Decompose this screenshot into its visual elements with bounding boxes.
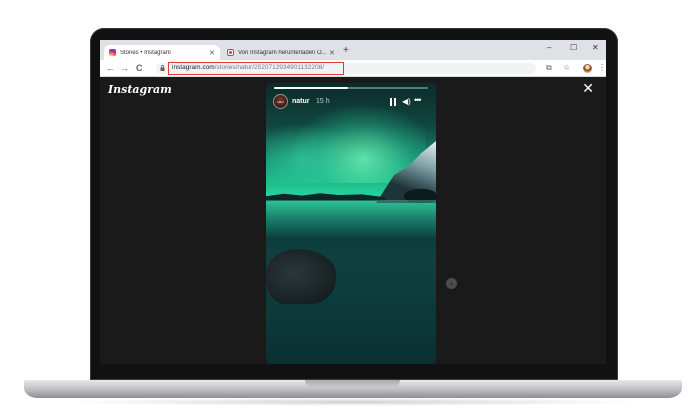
tab-close-icon[interactable]: ✕ bbox=[209, 49, 215, 57]
aurora-glow bbox=[266, 123, 356, 183]
translate-icon[interactable]: ⧉ bbox=[546, 63, 552, 73]
story-progress-fill bbox=[274, 87, 348, 89]
browser-toolbar: ← → C instagram.com/stories/natur/252071… bbox=[100, 60, 606, 77]
new-tab-button[interactable]: + bbox=[343, 46, 349, 56]
close-window-icon[interactable]: ✕ bbox=[592, 43, 599, 53]
story-timestamp: 15 h bbox=[316, 98, 330, 105]
more-options-icon[interactable]: ••• bbox=[414, 95, 422, 105]
url-text[interactable]: instagram.com/stories/natur/252071293490… bbox=[172, 64, 324, 71]
profile-avatar[interactable] bbox=[583, 64, 592, 73]
avatar[interactable]: natur bbox=[273, 94, 288, 109]
tab-bar: Stories • Instagram ✕ Von Instagram heru… bbox=[100, 40, 606, 60]
page-icon bbox=[227, 49, 234, 56]
laptop-screen: Stories • Instagram ✕ Von Instagram heru… bbox=[100, 40, 606, 364]
url-host: instagram.com bbox=[172, 64, 215, 71]
reload-icon[interactable]: C bbox=[136, 63, 143, 73]
back-arrow-icon[interactable]: ← bbox=[106, 63, 115, 73]
minimize-icon[interactable]: – bbox=[547, 43, 551, 53]
tab-label: Stories • Instagram bbox=[120, 49, 171, 56]
instagram-icon bbox=[109, 49, 116, 56]
story-card[interactable]: natur natur 15 h ◀) ••• bbox=[266, 83, 436, 364]
pause-icon[interactable] bbox=[390, 98, 397, 106]
volume-icon[interactable]: ◀) bbox=[402, 98, 411, 106]
lock-icon[interactable] bbox=[160, 65, 165, 71]
laptop-notch bbox=[305, 380, 400, 387]
tab-close-icon[interactable]: ✕ bbox=[329, 49, 335, 57]
next-story-button[interactable]: › bbox=[446, 278, 457, 289]
story-progress-bar bbox=[274, 87, 428, 89]
instagram-logo[interactable]: Instagram bbox=[108, 83, 172, 96]
story-viewer: Instagram ✕ natur natur 15 h ◀) ••• › bbox=[100, 77, 606, 364]
bookmark-star-icon[interactable]: ☆ bbox=[563, 63, 570, 73]
menu-icon[interactable]: ⋮ bbox=[598, 63, 606, 73]
maximize-icon[interactable]: ☐ bbox=[570, 43, 577, 53]
close-story-icon[interactable]: ✕ bbox=[582, 81, 594, 95]
laptop-shadow bbox=[60, 398, 646, 406]
foreground-rock bbox=[266, 249, 336, 304]
url-path: /stories/natur/2520712934901132208/ bbox=[214, 64, 325, 71]
forward-arrow-icon[interactable]: → bbox=[120, 63, 129, 73]
tab-stories-instagram[interactable]: Stories • Instagram ✕ bbox=[104, 45, 220, 60]
story-username[interactable]: natur bbox=[292, 98, 310, 105]
tab-download-instagram[interactable]: Von Instagram herunterladen O... ✕ bbox=[222, 45, 340, 60]
tab-label: Von Instagram herunterladen O... bbox=[238, 49, 327, 56]
